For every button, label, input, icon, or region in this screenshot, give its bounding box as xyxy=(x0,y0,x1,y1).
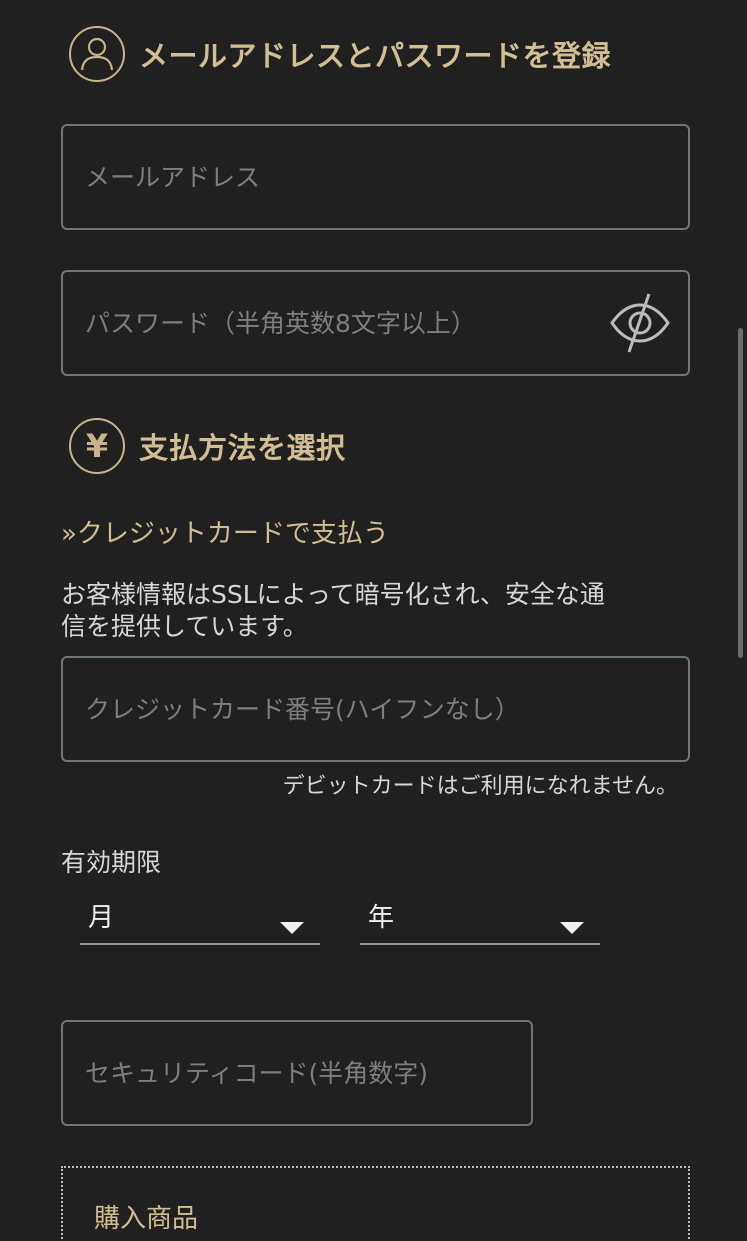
expiry-month-select[interactable]: 月 xyxy=(80,893,320,945)
security-code-input[interactable] xyxy=(63,1022,531,1124)
payment-section-title: 支払方法を選択 xyxy=(139,431,346,465)
expiry-label: 有効期限 xyxy=(61,848,162,877)
password-input[interactable] xyxy=(63,272,688,374)
security-code-field-box xyxy=(61,1020,533,1126)
payment-section-heading: ¥ 支払方法を選択 xyxy=(69,416,346,476)
account-section-title: メールアドレスとパスワードを登録 xyxy=(139,39,612,73)
product-box: 購入商品 xyxy=(61,1166,690,1241)
user-icon xyxy=(69,26,125,82)
expiry-year-value: 年 xyxy=(368,903,395,933)
chevron-down-icon xyxy=(560,922,584,934)
ssl-notice-line1: お客様情報はSSLによって暗号化され、安全な通 xyxy=(61,580,605,609)
account-section-heading: メールアドレスとパスワードを登録 xyxy=(69,24,611,84)
registration-page: メールアドレスとパスワードを登録 ¥ 支払方法を選択 »クレジットカードで支払う… xyxy=(0,0,747,1241)
chevron-down-icon xyxy=(280,922,304,934)
email-input[interactable] xyxy=(63,126,688,228)
scrollbar[interactable] xyxy=(738,328,743,658)
eye-slash-icon[interactable] xyxy=(608,291,672,355)
yen-icon: ¥ xyxy=(69,418,125,474)
credit-card-link[interactable]: »クレジットカードで支払う xyxy=(61,513,389,550)
ssl-notice: お客様情報はSSLによって暗号化され、安全な通 信を提供しています。 xyxy=(61,579,701,643)
expiry-month-value: 月 xyxy=(88,903,115,933)
debit-notice: デビットカードはご利用になれません。 xyxy=(282,774,678,799)
expiry-year-select[interactable]: 年 xyxy=(360,893,600,945)
card-number-field-box xyxy=(61,656,690,762)
ssl-notice-line2: 信を提供しています。 xyxy=(61,612,308,641)
card-number-input[interactable] xyxy=(63,658,688,760)
password-field-box xyxy=(61,270,690,376)
product-label: 購入商品 xyxy=(94,1204,199,1234)
email-field-box xyxy=(61,124,690,230)
